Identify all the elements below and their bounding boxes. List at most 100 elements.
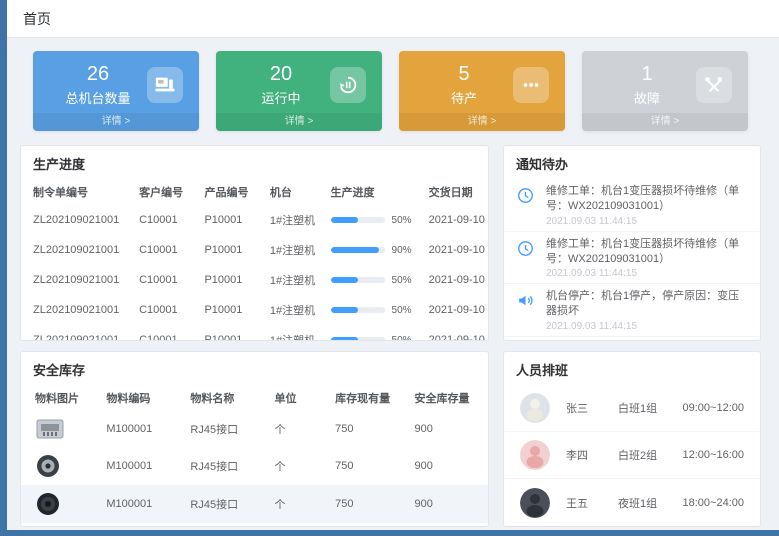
material-name: RJ45接口 bbox=[184, 485, 268, 523]
waiting-detail-link[interactable]: 详情 > bbox=[399, 113, 565, 131]
stat-card-total-machines: 26 总机台数量 详情 > bbox=[33, 51, 199, 131]
page-title: 首页 bbox=[23, 9, 51, 29]
progress-value: 50% bbox=[392, 215, 412, 226]
notification-text: 维修工单：机台1变压器损坏待维修（单号：WX202109031001） bbox=[546, 184, 748, 214]
safety-stock: 900 bbox=[409, 447, 488, 485]
stat-value-fault: 1 bbox=[598, 63, 696, 86]
column-current-stock: 库存现有量 bbox=[329, 385, 408, 411]
progress-value: 50% bbox=[392, 305, 412, 316]
column-unit: 单位 bbox=[268, 385, 329, 411]
notification-time: 2021.09.03 11:44:15 bbox=[546, 321, 748, 332]
notification-item[interactable]: 计划暂停：机台1生产计划已暂停 2021.09.03 11:44:15 bbox=[504, 337, 760, 341]
material-image-rj45 bbox=[35, 417, 94, 441]
production-panel-title: 生产进度 bbox=[21, 146, 488, 179]
running-detail-link[interactable]: 详情 > bbox=[216, 113, 382, 131]
stat-label-waiting: 待产 bbox=[415, 88, 513, 107]
progress-value: 90% bbox=[392, 245, 412, 256]
current-stock: 750 bbox=[329, 447, 408, 485]
machine-icon bbox=[147, 67, 183, 103]
material-code: M100001 bbox=[100, 485, 184, 523]
stat-card-body: 26 总机台数量 bbox=[33, 51, 199, 113]
fault-detail-link[interactable]: 详情 > bbox=[582, 113, 748, 131]
production-progress-panel: 生产进度 制令单编号 客户编号 产品编号 机台 生产进度 交货日期 bbox=[20, 145, 489, 341]
unit: 个 bbox=[268, 411, 329, 447]
progress-bar: 50% bbox=[331, 305, 417, 316]
safety-stock: 900 bbox=[409, 411, 488, 447]
staff-schedule-panel: 人员排班 张三 白班1组 09:00~12:00 李四 白班2组 12:00~1… bbox=[503, 351, 761, 527]
notification-item[interactable]: 维修工单：机台1变压器损坏待维修（单号：WX202109031001） 2021… bbox=[504, 232, 760, 285]
clock-icon bbox=[516, 184, 538, 227]
stat-value-waiting: 5 bbox=[415, 63, 513, 86]
product-no: P10001 bbox=[198, 265, 263, 295]
current-stock: 750 bbox=[329, 411, 408, 447]
avatar bbox=[520, 393, 550, 423]
dashboard-main: 26 总机台数量 详情 > 20 运行中 bbox=[7, 38, 779, 527]
staff-name: 王五 bbox=[566, 495, 618, 511]
notification-time: 2021.09.03 11:44:15 bbox=[546, 268, 748, 279]
production-row: ZL202109021001 C10001 P10001 1#注塑机 50% 2… bbox=[21, 295, 488, 325]
production-row: ZL202109021001 C10001 P10001 1#注塑机 90% 2… bbox=[21, 235, 488, 265]
stat-label-total-machines: 总机台数量 bbox=[49, 88, 147, 107]
material-image-speaker-part bbox=[35, 491, 94, 517]
machine: 1#注塑机 bbox=[264, 235, 325, 265]
notification-text: 机台停产：机台1停产，停产原因：变压器损坏 bbox=[546, 289, 748, 319]
column-safety-stock: 安全库存量 bbox=[409, 385, 488, 411]
tools-icon bbox=[696, 67, 732, 103]
notification-item[interactable]: 维修工单：机台1变压器损坏待维修（单号：WX202109031001） 2021… bbox=[504, 179, 760, 232]
delivery-date: 2021-09-10 bbox=[423, 325, 488, 341]
stat-label-fault: 故障 bbox=[598, 88, 696, 107]
column-machine: 机台 bbox=[264, 179, 325, 205]
stat-card-body: 20 运行中 bbox=[216, 51, 382, 113]
order-no: ZL202109021001 bbox=[21, 265, 133, 295]
window-edge-bottom bbox=[0, 530, 779, 536]
material-name: RJ45接口 bbox=[184, 411, 268, 447]
delivery-date: 2021-09-10 bbox=[423, 235, 488, 265]
notification-body: 机台停产：机台1停产，停产原因：变压器损坏 2021.09.03 11:44:1… bbox=[546, 289, 748, 332]
column-material-image: 物料图片 bbox=[21, 385, 100, 411]
staff-time: 09:00~12:00 bbox=[683, 402, 744, 414]
machine: 1#注塑机 bbox=[264, 295, 325, 325]
product-no: P10001 bbox=[198, 205, 263, 235]
ellipsis-icon bbox=[513, 67, 549, 103]
unit: 个 bbox=[268, 447, 329, 485]
safety-stock-table: 物料图片 物料编码 物料名称 单位 库存现有量 安全库存量 M100001 R bbox=[21, 385, 488, 523]
progress-value: 50% bbox=[392, 335, 412, 342]
notification-text: 维修工单：机台1变压器损坏待维修（单号：WX202109031001） bbox=[546, 237, 748, 267]
stat-card-body: 5 待产 bbox=[399, 51, 565, 113]
page-header: 首页 bbox=[7, 0, 779, 38]
delivery-date: 2021-09-10 bbox=[423, 265, 488, 295]
column-delivery-date: 交货日期 bbox=[423, 179, 488, 205]
staff-row: 张三 白班1组 09:00~12:00 bbox=[504, 385, 760, 432]
inventory-row: M100001 RJ45接口 个 750 900 bbox=[21, 411, 488, 447]
column-progress: 生产进度 bbox=[325, 179, 423, 205]
notification-item[interactable]: 机台停产：机台1停产，停产原因：变压器损坏 2021.09.03 11:44:1… bbox=[504, 284, 760, 337]
material-code: M100001 bbox=[100, 447, 184, 485]
customer-no: C10001 bbox=[133, 295, 198, 325]
staff-row: 王五 夜班1组 18:00~24:00 bbox=[504, 479, 760, 526]
column-material-code: 物料编码 bbox=[100, 385, 184, 411]
customer-no: C10001 bbox=[133, 235, 198, 265]
progress-bar: 50% bbox=[331, 335, 417, 342]
notifications-panel: 通知待办 维修工单：机台1变压器损坏待维修（单号：WX202109031001）… bbox=[503, 145, 761, 341]
stat-value-running: 20 bbox=[232, 63, 330, 86]
staff-name: 李四 bbox=[566, 447, 618, 463]
customer-no: C10001 bbox=[133, 205, 198, 235]
staff-panel-title: 人员排班 bbox=[504, 352, 760, 385]
column-product-no: 产品编号 bbox=[198, 179, 263, 205]
order-no: ZL202109021001 bbox=[21, 295, 133, 325]
stat-card-text: 5 待产 bbox=[415, 63, 513, 107]
stat-value-total-machines: 26 bbox=[49, 63, 147, 86]
staff-time: 12:00~16:00 bbox=[683, 449, 744, 461]
progress-bar: 50% bbox=[331, 275, 417, 286]
total-machines-detail-link[interactable]: 详情 > bbox=[33, 113, 199, 131]
stat-card-text: 1 故障 bbox=[598, 63, 696, 107]
machine: 1#注塑机 bbox=[264, 205, 325, 235]
dashboard-row-2: 安全库存 物料图片 物料编码 物料名称 单位 库存现有量 安全库存量 bbox=[20, 351, 761, 527]
staff-row: 李四 白班2组 12:00~16:00 bbox=[504, 432, 760, 479]
stat-cards: 26 总机台数量 详情 > 20 运行中 bbox=[33, 51, 748, 131]
notification-time: 2021.09.03 11:44:15 bbox=[546, 216, 748, 227]
inventory-row: M100001 RJ45接口 个 750 900 bbox=[21, 485, 488, 523]
delivery-date: 2021-09-10 bbox=[423, 295, 488, 325]
inventory-header-row: 物料图片 物料编码 物料名称 单位 库存现有量 安全库存量 bbox=[21, 385, 488, 411]
notifications-panel-title: 通知待办 bbox=[504, 146, 760, 179]
